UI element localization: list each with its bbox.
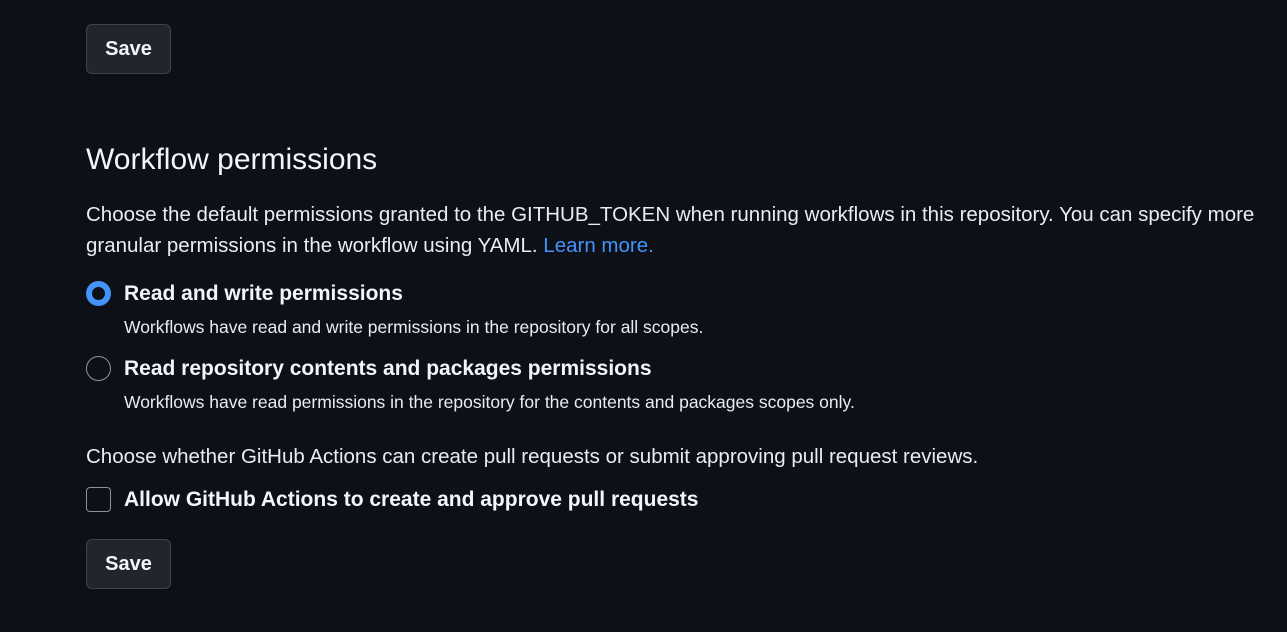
option-read-write-description: Workflows have read and write permission… <box>124 317 704 337</box>
allow-pr-checkbox[interactable] <box>86 487 111 512</box>
section-title: Workflow permissions <box>86 143 378 176</box>
learn-more-link[interactable]: Learn more. <box>543 234 654 257</box>
section-description: Choose the default permissions granted t… <box>86 199 1276 261</box>
radio-read-only[interactable] <box>86 356 111 381</box>
radio-read-write[interactable] <box>86 281 111 306</box>
option-read-only-label[interactable]: Read repository contents and packages pe… <box>124 355 652 383</box>
save-button-bottom[interactable]: Save <box>86 539 171 589</box>
allow-pr-label[interactable]: Allow GitHub Actions to create and appro… <box>124 486 698 514</box>
description-text: Choose the default permissions granted t… <box>86 203 1255 257</box>
option-read-only-description: Workflows have read permissions in the r… <box>124 392 855 412</box>
save-button-top[interactable]: Save <box>86 24 171 74</box>
pull-request-description: Choose whether GitHub Actions can create… <box>86 445 979 468</box>
option-read-write-label[interactable]: Read and write permissions <box>124 280 403 308</box>
